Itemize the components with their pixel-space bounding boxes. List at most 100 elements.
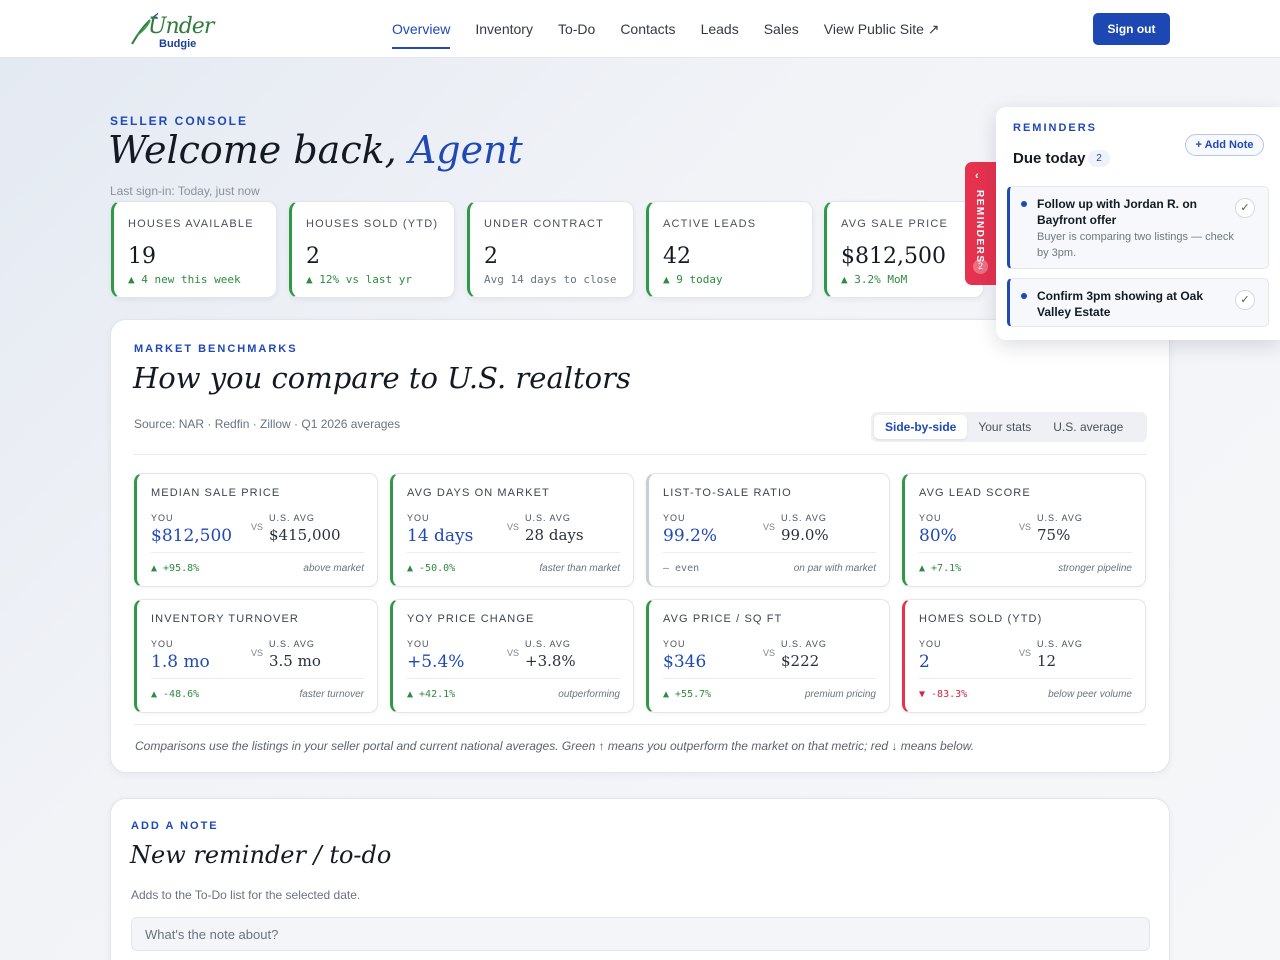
- nav-todo[interactable]: To-Do: [558, 0, 595, 58]
- page-title-accent: Agent: [408, 128, 523, 172]
- brand-logo[interactable]: Under Budgie: [128, 8, 214, 52]
- you-value: 80%: [919, 526, 957, 546]
- delta-value: ▲ +95.8%: [151, 563, 200, 574]
- benchmark-label: YOY PRICE CHANGE: [407, 613, 535, 625]
- benchmark-card: YOY PRICE CHANGE YOU +5.4% VS U.S. AVG +3.8% ▲…: [390, 599, 634, 713]
- benchmark-card: HOMES SOLD (YTD) YOU 2 VS U.S. AVG 12 ▼ -83.3%…: [902, 599, 1146, 713]
- benchmark-label: INVENTORY TURNOVER: [151, 613, 299, 625]
- delta-note: faster than market: [539, 563, 620, 574]
- benchmark-label: AVG LEAD SCORE: [919, 487, 1031, 499]
- stat-card-houses-available: HOUSES AVAILABLE 19 ▲ 4 new this week: [111, 201, 277, 298]
- us-avg-label: U.S. AVG: [1037, 513, 1083, 523]
- add-note-button[interactable]: + Add Note: [1185, 134, 1264, 156]
- section-subtitle: Adds to the To-Do list for the selected …: [131, 888, 361, 902]
- stat-label: AVG SALE PRICE: [841, 218, 949, 230]
- section-eyebrow: ADD A NOTE: [131, 820, 219, 832]
- you-label: YOU: [919, 513, 942, 523]
- us-avg-value: 75%: [1037, 526, 1071, 544]
- stat-value: 2: [306, 244, 320, 269]
- toggle-your-stats[interactable]: Your stats: [967, 415, 1042, 439]
- check-icon[interactable]: ✓: [1235, 198, 1255, 218]
- toggle-side-by-side[interactable]: Side-by-side: [874, 415, 968, 439]
- stat-label: UNDER CONTRACT: [484, 218, 605, 230]
- reminders-tab-count: 2: [973, 259, 988, 274]
- page-title-text: Welcome back,: [108, 128, 397, 172]
- delta-value: ▲ +55.7%: [663, 689, 712, 700]
- benchmark-card: INVENTORY TURNOVER YOU 1.8 mo VS U.S. AVG 3.5…: [134, 599, 378, 713]
- us-avg-label: U.S. AVG: [269, 513, 315, 523]
- us-avg-value: +3.8%: [525, 652, 576, 670]
- bullet-icon: [1021, 293, 1027, 299]
- toggle-us-average[interactable]: U.S. average: [1042, 415, 1134, 439]
- stat-label: HOUSES AVAILABLE: [128, 218, 254, 230]
- delta-value: ▼ -83.3%: [919, 689, 968, 700]
- vs-label: VS: [1019, 648, 1032, 658]
- delta-note: on par with market: [793, 563, 876, 574]
- nav-view-public-site[interactable]: View Public Site ↗: [824, 0, 940, 58]
- nav-contacts[interactable]: Contacts: [620, 0, 675, 58]
- delta-value: ▲ -50.0%: [407, 563, 456, 574]
- us-avg-label: U.S. AVG: [781, 639, 827, 649]
- stat-change: Avg 14 days to close: [484, 273, 617, 286]
- us-avg-value: 12: [1037, 652, 1057, 670]
- card-divider: [663, 678, 876, 679]
- us-avg-value: 3.5 mo: [269, 652, 321, 670]
- you-value: 14 days: [407, 526, 474, 546]
- vs-label: VS: [507, 648, 520, 658]
- reminder-item[interactable]: Follow up with Jordan R. on Bayfront off…: [1007, 186, 1269, 269]
- stat-change: ▲ 12% vs last yr: [306, 273, 412, 286]
- stat-label: HOUSES SOLD (YTD): [306, 218, 439, 230]
- card-divider: [919, 552, 1132, 553]
- you-label: YOU: [407, 513, 430, 523]
- page-title: Welcome back, Agent: [108, 128, 523, 172]
- chevron-left-icon: ‹: [975, 170, 979, 182]
- stat-value: 42: [663, 244, 691, 269]
- check-icon[interactable]: ✓: [1235, 290, 1255, 310]
- stat-change: ▲ 9 today: [663, 273, 723, 286]
- us-avg-label: U.S. AVG: [781, 513, 827, 523]
- bullet-icon: [1021, 201, 1027, 207]
- stat-label: ACTIVE LEADS: [663, 218, 757, 230]
- you-label: YOU: [151, 513, 174, 523]
- hero-eyebrow: SELLER CONSOLE: [110, 114, 249, 128]
- benchmark-card: LIST-TO-SALE RATIO YOU 99.2% VS U.S. AVG 99.0…: [646, 473, 890, 587]
- add-note-section: ADD A NOTE New reminder / to-do Adds to …: [110, 798, 1170, 960]
- source-text: Source: NAR · Redfin · Zillow · Q1 2026 …: [134, 417, 401, 431]
- sign-out-button[interactable]: Sign out: [1093, 13, 1170, 45]
- us-avg-label: U.S. AVG: [525, 513, 571, 523]
- delta-note: premium pricing: [804, 689, 876, 700]
- market-benchmarks-section: MARKET BENCHMARKS How you compare to U.S…: [110, 319, 1170, 773]
- reminders-tab[interactable]: ‹ REMINDERS 2: [965, 162, 996, 285]
- section-title: New reminder / to-do: [130, 841, 392, 869]
- stat-change: ▲ 3.2% MoM: [841, 273, 908, 286]
- nav-overview[interactable]: Overview: [392, 0, 451, 58]
- card-divider: [407, 552, 620, 553]
- us-avg-label: U.S. AVG: [269, 639, 315, 649]
- nav-inventory[interactable]: Inventory: [475, 0, 533, 58]
- you-value: +5.4%: [407, 652, 465, 672]
- due-count-badge: 2: [1088, 150, 1110, 167]
- reminder-title: Confirm 3pm showing at Oak Valley Estate: [1037, 289, 1204, 319]
- nav-sales[interactable]: Sales: [764, 0, 799, 58]
- benchmark-label: LIST-TO-SALE RATIO: [663, 487, 792, 499]
- nav-leads[interactable]: Leads: [701, 0, 739, 58]
- stat-value: 2: [484, 244, 498, 269]
- vs-label: VS: [251, 648, 264, 658]
- benchmark-card: MEDIAN SALE PRICE YOU $812,500 VS U.S. AVG $4…: [134, 473, 378, 587]
- note-input[interactable]: [131, 917, 1150, 951]
- benchmark-footnote: Comparisons use the listings in your sel…: [135, 739, 975, 753]
- stat-change: ▲ 4 new this week: [128, 273, 241, 286]
- you-value: 2: [919, 652, 930, 672]
- delta-note: outperforming: [558, 689, 620, 700]
- reminder-item[interactable]: Confirm 3pm showing at Oak Valley Estate…: [1007, 278, 1269, 327]
- stat-card-houses-sold: HOUSES SOLD (YTD) 2 ▲ 12% vs last yr: [289, 201, 455, 298]
- vs-label: VS: [763, 648, 776, 658]
- section-eyebrow: MARKET BENCHMARKS: [134, 343, 298, 355]
- benchmark-card: AVG DAYS ON MARKET YOU 14 days VS U.S. AVG 28…: [390, 473, 634, 587]
- reminders-tab-label: REMINDERS: [974, 190, 985, 264]
- vs-label: VS: [1019, 522, 1032, 532]
- card-divider: [919, 678, 1132, 679]
- you-label: YOU: [663, 639, 686, 649]
- brand-name-line2: Budgie: [159, 38, 197, 50]
- top-navigation-bar: Under Budgie Overview Inventory To-Do Co…: [0, 0, 1280, 58]
